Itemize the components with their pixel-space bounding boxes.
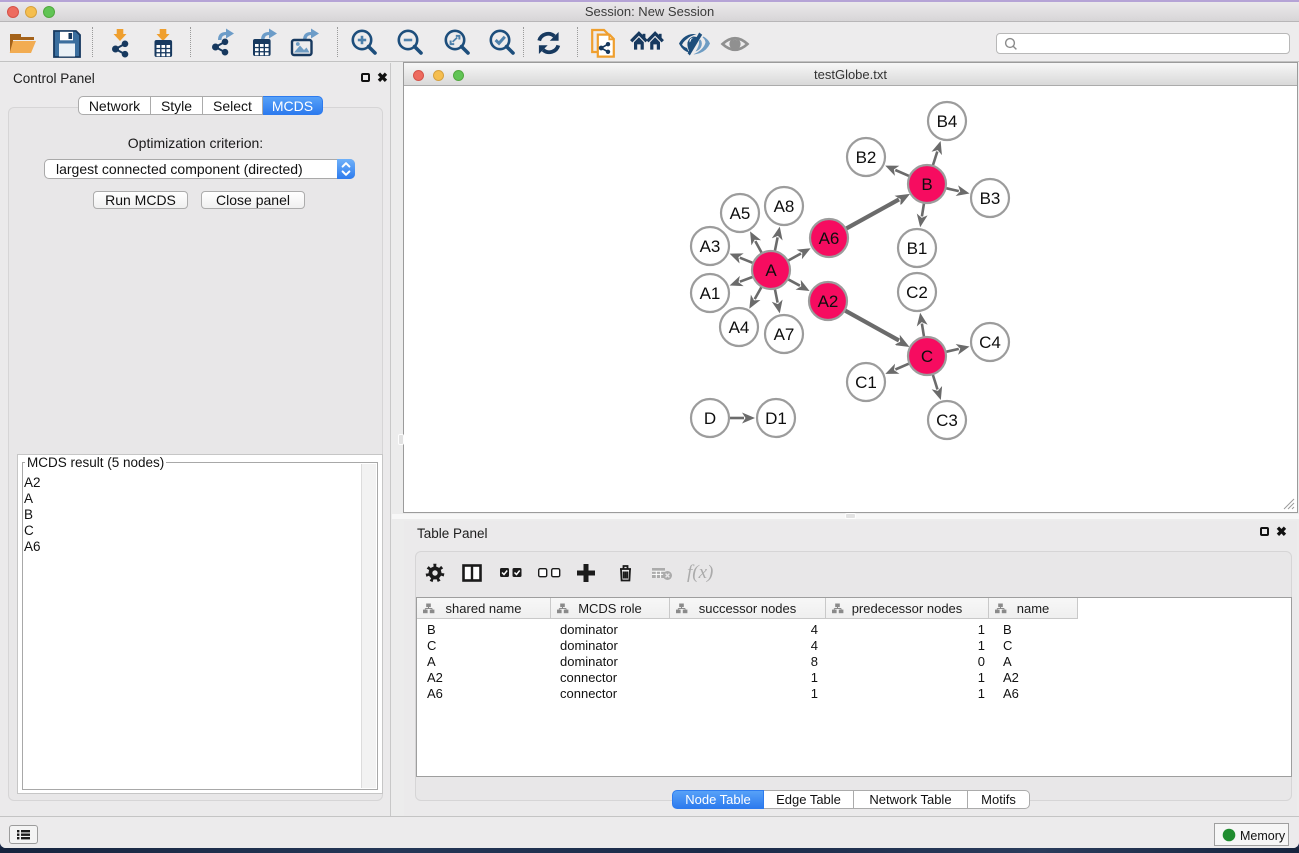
svg-text:B2: B2 bbox=[856, 148, 877, 167]
svg-text:A: A bbox=[765, 261, 777, 280]
svg-text:A6: A6 bbox=[819, 229, 840, 248]
svg-text:C2: C2 bbox=[906, 283, 928, 302]
svg-text:C4: C4 bbox=[979, 333, 1001, 352]
svg-text:B4: B4 bbox=[937, 112, 958, 131]
svg-text:A3: A3 bbox=[700, 237, 721, 256]
svg-text:A2: A2 bbox=[818, 292, 839, 311]
svg-text:A1: A1 bbox=[700, 284, 721, 303]
svg-text:B: B bbox=[921, 175, 932, 194]
svg-text:B1: B1 bbox=[907, 239, 928, 258]
svg-text:A8: A8 bbox=[774, 197, 795, 216]
svg-text:A4: A4 bbox=[729, 318, 750, 337]
svg-text:C1: C1 bbox=[855, 373, 877, 392]
svg-text:D1: D1 bbox=[765, 409, 787, 428]
svg-text:C3: C3 bbox=[936, 411, 958, 430]
svg-text:B3: B3 bbox=[980, 189, 1001, 208]
svg-text:D: D bbox=[704, 409, 716, 428]
svg-text:A5: A5 bbox=[730, 204, 751, 223]
svg-text:A7: A7 bbox=[774, 325, 795, 344]
svg-text:C: C bbox=[921, 347, 933, 366]
